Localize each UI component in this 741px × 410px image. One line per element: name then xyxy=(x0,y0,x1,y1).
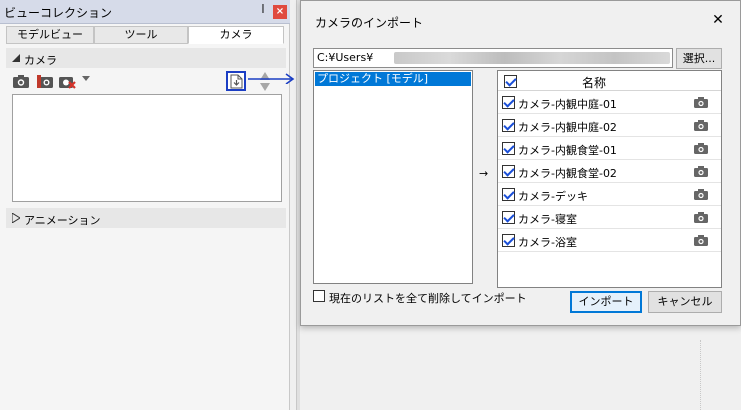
camera-section-header[interactable]: カメラ xyxy=(6,48,286,68)
browse-button[interactable]: 選択... xyxy=(676,48,722,69)
file-path-text: C:¥Users¥ xyxy=(317,51,374,64)
camera-name: カメラ-内観中庭-02 xyxy=(518,121,617,134)
guide-line-lower xyxy=(700,340,701,410)
camera-icon xyxy=(694,235,708,246)
camera-name: カメラ-内観中庭-01 xyxy=(518,98,617,111)
collapse-triangle-icon xyxy=(12,54,20,62)
delete-camera-icon[interactable] xyxy=(58,72,76,90)
camera-icon xyxy=(694,97,708,108)
camera-checkbox[interactable] xyxy=(502,234,515,247)
blurred-path-segment xyxy=(394,52,670,64)
camera-checkbox[interactable] xyxy=(502,188,515,201)
pin-icon[interactable]: ꟾ xyxy=(256,4,270,18)
add-camera-icon[interactable] xyxy=(12,72,30,90)
camera-checkbox[interactable] xyxy=(502,119,515,132)
panel-titlebar: ビューコレクション ꟾ × xyxy=(0,0,290,24)
camera-icon xyxy=(694,143,708,154)
table-row[interactable]: カメラ-内観中庭-02 xyxy=(498,115,721,137)
table-row[interactable]: カメラ-寝室 xyxy=(498,207,721,229)
view-collection-panel: ビューコレクション ꟾ × モデルビュー ツール カメラ カメラ アニメーション xyxy=(0,0,290,410)
camera-checkbox[interactable] xyxy=(502,142,515,155)
table-row[interactable]: カメラ-デッキ xyxy=(498,184,721,206)
tab-tools[interactable]: ツール xyxy=(94,26,188,44)
table-row[interactable]: カメラ-内観中庭-01 xyxy=(498,92,721,114)
panel-title: ビューコレクション xyxy=(4,6,113,20)
table-row[interactable]: カメラ-浴室 xyxy=(498,230,721,252)
camera-checkbox[interactable] xyxy=(502,211,515,224)
project-list[interactable]: プロジェクト [モデル] xyxy=(313,70,473,284)
delete-existing-checkbox[interactable] xyxy=(313,290,325,302)
file-path-input[interactable]: C:¥Users¥ xyxy=(313,48,673,68)
camera-name: カメラ-浴室 xyxy=(518,236,577,249)
tab-camera[interactable]: カメラ xyxy=(188,26,284,44)
camera-name: カメラ-寝室 xyxy=(518,213,577,226)
close-panel-icon[interactable]: × xyxy=(273,5,287,19)
expand-triangle-icon xyxy=(12,213,20,223)
column-header-name: 名称 xyxy=(582,76,607,90)
camera-list[interactable] xyxy=(12,94,282,202)
dialog-title: カメラのインポート xyxy=(315,16,424,30)
table-header: 名称 xyxy=(498,71,721,91)
close-dialog-icon[interactable]: ✕ xyxy=(709,11,727,29)
camera-checkbox[interactable] xyxy=(502,96,515,109)
table-row[interactable]: カメラ-内観食堂-01 xyxy=(498,138,721,160)
cancel-button[interactable]: キャンセル xyxy=(648,291,722,313)
camera-name: カメラ-内観食堂-02 xyxy=(518,167,617,180)
delete-existing-label: 現在のリストを全て削除してインポート xyxy=(329,292,527,305)
tab-model-view[interactable]: モデルビュー xyxy=(6,26,94,44)
camera-table: 名称 カメラ-内観中庭-01 カメラ-内観中庭-02 カメラ-内観食堂-01 カメラ-… xyxy=(497,70,722,288)
import-file-icon xyxy=(230,74,243,89)
animation-section-header[interactable]: アニメーション xyxy=(6,208,286,228)
camera-import-dialog: カメラのインポート ✕ C:¥Users¥ 選択... プロジェクト [モデル]… xyxy=(300,0,741,326)
table-row[interactable]: カメラ-内観食堂-02 xyxy=(498,161,721,183)
camera-name: カメラ-デッキ xyxy=(518,190,588,203)
camera-section-label: カメラ xyxy=(24,54,57,67)
select-all-checkbox[interactable] xyxy=(504,75,517,88)
callout-arrow-icon xyxy=(248,73,295,84)
project-list-item[interactable]: プロジェクト [モデル] xyxy=(315,72,471,86)
import-camera-button[interactable] xyxy=(226,71,246,91)
camera-name: カメラ-内観食堂-01 xyxy=(518,144,617,157)
camera-icon xyxy=(694,189,708,200)
camera-list-icon[interactable] xyxy=(36,72,54,90)
transfer-arrow: → xyxy=(479,167,489,180)
camera-icon xyxy=(694,166,708,177)
camera-icon xyxy=(694,120,708,131)
animation-section-label: アニメーション xyxy=(24,214,101,227)
import-button[interactable]: インポート xyxy=(570,291,642,313)
camera-icon xyxy=(694,212,708,223)
dropdown-arrow-icon[interactable] xyxy=(82,74,90,82)
camera-checkbox[interactable] xyxy=(502,165,515,178)
